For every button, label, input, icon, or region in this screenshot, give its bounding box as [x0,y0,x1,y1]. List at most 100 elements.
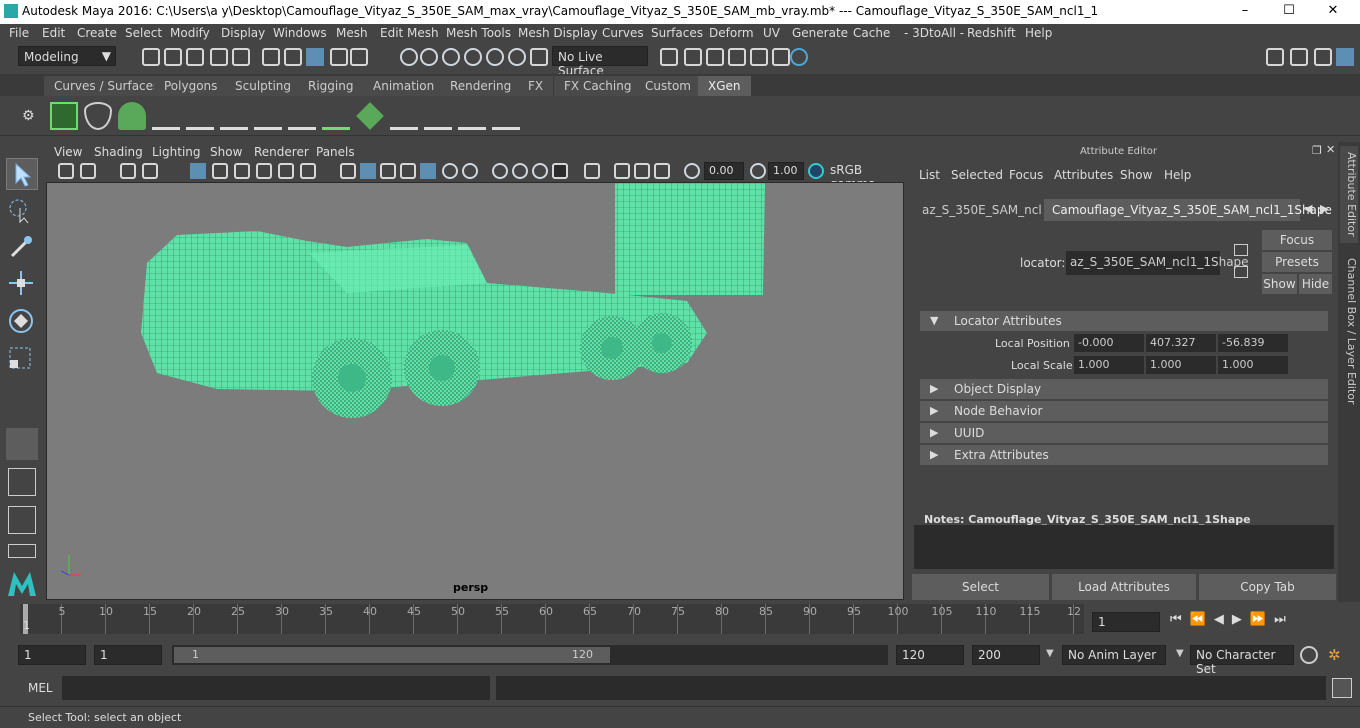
camera-icon[interactable] [58,163,74,179]
snap-pivot-icon[interactable] [508,48,526,66]
guide-to-curves-icon[interactable] [322,102,350,130]
select-tool-icon[interactable] [6,158,38,190]
play-forward-icon[interactable]: ▶ [1232,612,1250,627]
current-frame-field[interactable]: 1 [1092,612,1160,632]
bend-guide-icon[interactable] [458,102,486,130]
range-slider-handle[interactable] [174,647,610,663]
camera-attributes-icon[interactable] [80,163,96,179]
select-component-icon[interactable] [306,48,324,66]
menu-edit[interactable]: Edit [42,26,65,40]
comb-guide-icon[interactable] [424,102,452,130]
time-slider[interactable]: 5 10 15 20 25 30 35 40 45 50 55 60 65 70 75 80 85 90 95 100… [20,604,1084,634]
hide-button[interactable]: Hide [1299,274,1332,294]
gate-mask-icon[interactable] [256,163,272,179]
select-hierarchy-icon[interactable] [262,48,280,66]
move-tool-icon[interactable] [6,268,38,300]
ae-menu-attributes[interactable]: Attributes [1054,168,1113,182]
local-position-z[interactable]: -56.839 [1218,334,1288,352]
show-button[interactable]: Show [1262,274,1297,294]
smooth-shade-icon[interactable] [360,163,376,179]
depth-of-field-icon[interactable] [552,163,568,179]
playback-end-field[interactable]: 120 [896,645,964,665]
xgen-editor-icon[interactable] [50,102,78,130]
anti-aliasing-icon[interactable] [532,163,548,179]
script-editor-icon[interactable] [1332,678,1352,698]
step-forward-key-icon[interactable]: ⏩ [1250,612,1274,627]
snap-surface-icon[interactable] [442,48,460,66]
shelf-settings-icon[interactable]: ⚙ [22,108,35,124]
menu-3dtoall[interactable]: - 3DtoAll - [904,26,964,40]
render-view-icon[interactable] [750,48,768,66]
graph-layout-icon[interactable] [8,544,36,558]
side-tab-channel-box[interactable]: Channel Box / Layer Editor [1340,252,1358,411]
place-guide-icon[interactable] [186,102,214,130]
cut-guide-icon[interactable] [390,102,418,130]
load-attributes-button[interactable]: Load Attributes [1052,574,1196,600]
playback-start-field[interactable]: 1 [94,645,162,665]
go-to-input-icon[interactable] [1234,244,1248,256]
shelf-tab-custom[interactable]: Custom [635,76,702,96]
menu-generate[interactable]: Generate [792,26,848,40]
xray-joints-icon[interactable] [654,163,670,179]
menu-curves[interactable]: Curves [602,26,644,40]
anim-layer-chevron-icon[interactable]: ▼ [1046,648,1054,659]
local-position-y[interactable]: 407.327 [1146,334,1216,352]
auto-key-icon[interactable] [1300,646,1318,664]
wireframe-on-shaded-icon[interactable] [400,163,416,179]
toggle-channel-box-icon[interactable] [1336,48,1354,66]
menu-redshift[interactable]: Redshift [967,26,1016,40]
maximize-button[interactable]: ☐ [1274,2,1304,22]
shelf-tab-fx-caching[interactable]: FX Caching [554,76,643,96]
open-scene-icon[interactable] [164,48,182,66]
local-scale-x[interactable]: 1.000 [1074,356,1144,374]
section-locator-attributes[interactable]: ▼ Locator Attributes [920,311,1328,331]
rs-render-icon[interactable] [790,48,808,66]
redo-icon[interactable] [232,48,250,66]
mel-label[interactable]: MEL [28,681,53,695]
shelf-tab-fx[interactable]: FX [518,76,555,96]
menu-cache[interactable]: Cache [853,26,890,40]
minimize-button[interactable]: – [1230,2,1260,22]
textured-icon[interactable] [420,163,436,179]
menu-uv[interactable]: UV [763,26,780,40]
animation-preferences-icon[interactable]: ✲ [1328,646,1348,664]
animation-end-field[interactable]: 200 [972,645,1040,665]
go-to-start-icon[interactable]: ⏮ [1170,612,1190,627]
render-settings-icon[interactable] [684,48,702,66]
single-perspective-layout-icon[interactable] [6,428,38,460]
section-uuid[interactable]: ▶ UUID [920,423,1328,443]
local-scale-y[interactable]: 1.000 [1146,356,1216,374]
shelf-tab-rendering[interactable]: Rendering [440,76,523,96]
xgen-hair-icon[interactable] [118,102,146,130]
ae-tab-shape[interactable]: Camouflage_Vityaz_S_350E_SAM_ncl1_1Shape [1044,199,1332,221]
new-scene-icon[interactable] [142,48,160,66]
menu-surfaces[interactable]: Surfaces [651,26,703,40]
viewport-menu-panels[interactable]: Panels [316,145,355,159]
menu-help[interactable]: Help [1025,26,1052,40]
menu-mesh-display[interactable]: Mesh Display [518,26,598,40]
go-to-end-icon[interactable]: ⏭ [1274,612,1294,627]
ae-menu-help[interactable]: Help [1164,168,1191,182]
add-guide-icon[interactable] [152,102,180,130]
toggle-tool-settings-icon[interactable] [1314,48,1332,66]
delete-guide-icon[interactable] [492,102,520,130]
char-set-chevron-icon[interactable]: ▼ [1176,648,1184,659]
lasso-tool-icon[interactable] [6,196,38,228]
mode-select[interactable]: Modeling ▼ [18,46,116,66]
anim-layer-select[interactable]: No Anim Layer [1062,645,1166,665]
grid-icon[interactable] [190,163,206,179]
save-scene-icon[interactable] [186,48,204,66]
default-material-icon[interactable] [380,163,396,179]
play-backward-icon[interactable]: ◀ [1214,612,1232,627]
isolate-select-icon[interactable] [584,163,600,179]
section-extra-attributes[interactable]: ▶ Extra Attributes [920,445,1328,465]
rotate-tool-icon[interactable] [6,306,38,338]
ae-menu-list[interactable]: List [919,168,940,182]
tab-scroll-right-icon[interactable]: ▶ [1320,202,1328,215]
tab-scroll-left-icon[interactable]: ◀ [1304,202,1312,215]
field-chart-icon[interactable] [278,163,294,179]
side-tab-attribute-editor[interactable]: Attribute Editor [1340,146,1358,243]
viewport-menu-shading[interactable]: Shading [94,145,143,159]
safe-action-icon[interactable] [300,163,316,179]
film-gate-icon[interactable] [212,163,228,179]
